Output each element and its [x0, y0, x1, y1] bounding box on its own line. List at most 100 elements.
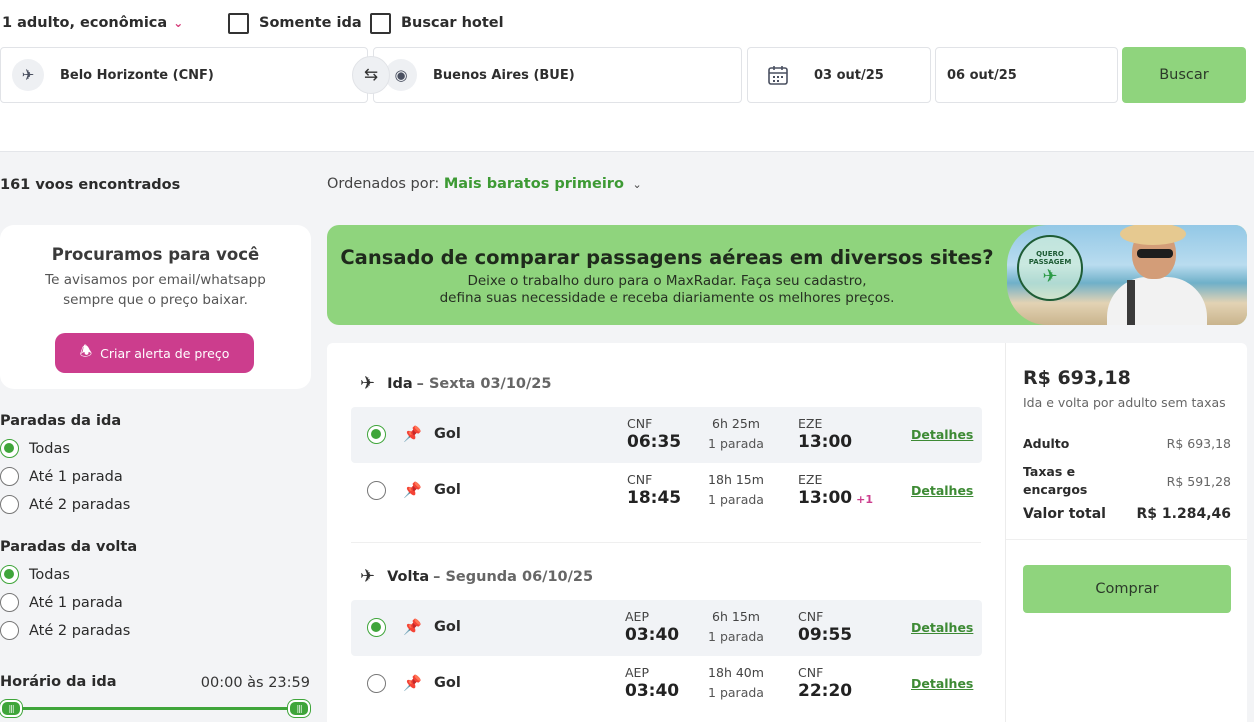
option-label: Até 2 paradas: [29, 622, 131, 639]
return-header: ✈ Volta – Segunda 06/10/25: [360, 566, 593, 587]
flight-radio[interactable]: [367, 618, 386, 637]
hotel-label: Buscar hotel: [401, 15, 504, 31]
pin-icon[interactable]: 📌: [403, 481, 422, 499]
destination-code: CNF: [798, 665, 824, 680]
flight-option[interactable]: 📌 Gol AEP 03:40 6h 15m 1 parada CNF 09:55 D…: [351, 600, 982, 656]
departure-time: 18:45: [627, 488, 682, 508]
card-divider: [1005, 343, 1006, 722]
return-stops-option-1[interactable]: Até 1 parada: [0, 593, 123, 612]
radio-selected[interactable]: [0, 439, 19, 458]
adult-value: R$ 693,18: [1166, 436, 1231, 451]
one-way-label: Somente ida: [259, 15, 362, 31]
outbound-stops-option-2[interactable]: Até 2 paradas: [0, 495, 130, 514]
bell-icon: 🕭: [79, 344, 93, 360]
stops: 1 parada: [708, 685, 764, 700]
leg-divider: [351, 542, 981, 543]
adult-label: Adulto: [1023, 436, 1070, 451]
origin-field[interactable]: ✈ Belo Horizonte (CNF): [0, 47, 368, 103]
return-stops-option-all[interactable]: Todas: [0, 565, 70, 584]
outbound-stops-option-1[interactable]: Até 1 parada: [0, 467, 123, 486]
plane-icon: ✈: [12, 59, 44, 91]
destination-value: Buenos Aires (BUE): [433, 67, 575, 83]
airline-name: Gol: [434, 619, 461, 635]
quero-passagem-logo: QUERO PASSAGEM ✈: [1017, 235, 1083, 301]
flight-option[interactable]: 📌 Gol CNF 18:45 18h 15m 1 parada EZE 13:00 +…: [351, 463, 982, 519]
return-stops-title: Paradas da volta: [0, 539, 138, 555]
alert-line-1: Te avisamos por email/whatsapp: [45, 272, 266, 288]
alert-title: Procuramos para você: [51, 245, 260, 264]
departure-time: 03:40: [625, 681, 680, 701]
price-alert-card: Procuramos para você Te avisamos por ema…: [0, 225, 311, 389]
radio-selected[interactable]: [0, 565, 19, 584]
promo-banner[interactable]: Cansado de comparar passagens aéreas em …: [327, 225, 1247, 325]
create-price-alert-button[interactable]: 🕭 Criar alerta de preço: [55, 333, 254, 373]
hotel-checkbox[interactable]: [370, 12, 391, 34]
outbound-stops-title: Paradas da ida: [0, 413, 122, 429]
return-stops-option-2[interactable]: Até 2 paradas: [0, 621, 130, 640]
return-date: – Segunda 06/10/25: [433, 568, 594, 585]
pin-icon[interactable]: 📌: [403, 618, 422, 636]
sort-label: Ordenados por:: [327, 176, 440, 192]
duration: 18h 15m: [708, 472, 764, 487]
time-slider-min-handle[interactable]: |||: [0, 700, 22, 717]
details-link[interactable]: Detalhes: [911, 620, 973, 635]
price-row-total: Valor total R$ 1.284,46: [1023, 506, 1231, 522]
details-link[interactable]: Detalhes: [911, 676, 973, 691]
time-slider-track[interactable]: [0, 707, 311, 710]
price-row-adult: Adulto R$ 693,18: [1023, 436, 1231, 451]
stops: 1 parada: [708, 629, 764, 644]
return-date-field[interactable]: 06 out/25: [935, 47, 1118, 103]
radio[interactable]: [0, 593, 19, 612]
duration: 18h 40m: [708, 665, 764, 680]
option-label: Até 1 parada: [29, 468, 123, 485]
calendar-icon: [762, 59, 794, 91]
details-link[interactable]: Detalhes: [911, 483, 973, 498]
flight-radio[interactable]: [367, 425, 386, 444]
one-way-checkbox[interactable]: [228, 12, 249, 34]
depart-date-field[interactable]: 03 out/25: [747, 47, 931, 103]
passengers-dropdown[interactable]: 1 adulto, econômica ⌄: [2, 12, 183, 34]
arrival-time: 13:00: [798, 488, 853, 508]
flight-radio[interactable]: [367, 481, 386, 500]
outbound-header: ✈ Ida – Sexta 03/10/25: [360, 373, 551, 394]
depart-date-value: 03 out/25: [814, 67, 884, 83]
sort-selector[interactable]: Ordenados por: Mais baratos primeiro ⌄: [327, 176, 642, 192]
departure-time: 06:35: [627, 432, 682, 452]
price-row-taxes: Taxas e encargos R$ 591,28: [1023, 463, 1231, 499]
departure-time: 03:40: [625, 625, 680, 645]
price-divider: [1006, 539, 1247, 540]
buy-button[interactable]: Comprar: [1023, 565, 1231, 613]
backpack-strap: [1127, 280, 1135, 325]
destination-field[interactable]: ◉ Buenos Aires (BUE): [373, 47, 742, 103]
radio[interactable]: [0, 621, 19, 640]
details-link[interactable]: Detalhes: [911, 427, 973, 442]
swap-icon: ⇆: [363, 65, 379, 85]
airline-name: Gol: [434, 426, 461, 442]
flight-result-card: ✈ Ida – Sexta 03/10/25 📌 Gol CNF 06:35 6h…: [327, 343, 1247, 722]
radio[interactable]: [0, 495, 19, 514]
swap-button[interactable]: ⇆: [352, 56, 390, 94]
arrival-time: 22:20: [798, 681, 853, 701]
airline-name: Gol: [434, 482, 461, 498]
outbound-stops-option-all[interactable]: Todas: [0, 439, 70, 458]
flight-option[interactable]: 📌 Gol AEP 03:40 18h 40m 1 parada CNF 22:20 …: [351, 656, 982, 712]
flight-radio[interactable]: [367, 674, 386, 693]
chevron-down-icon: ⌄: [632, 178, 642, 191]
stops: 1 parada: [708, 492, 764, 507]
radio[interactable]: [0, 467, 19, 486]
airline-name: Gol: [434, 675, 461, 691]
taxes-value: R$ 591,28: [1166, 473, 1231, 489]
search-panel: 1 adulto, econômica ⌄ Somente ida Buscar…: [0, 0, 1254, 152]
pin-icon[interactable]: 📌: [403, 674, 422, 692]
banner-title: Cansado de comparar passagens aéreas em …: [340, 246, 994, 269]
pin-icon[interactable]: 📌: [403, 425, 422, 443]
origin-code: CNF: [627, 472, 653, 487]
hotel-option[interactable]: Buscar hotel: [370, 12, 504, 34]
time-slider-max-handle[interactable]: |||: [288, 700, 310, 717]
price-value: R$ 693,18: [1023, 367, 1131, 389]
taxes-label-1: Taxas e: [1023, 464, 1076, 479]
one-way-option[interactable]: Somente ida: [228, 12, 362, 34]
search-button[interactable]: Buscar: [1122, 47, 1246, 103]
flight-option[interactable]: 📌 Gol CNF 06:35 6h 25m 1 parada EZE 13:00 D…: [351, 407, 982, 463]
destination-code: CNF: [798, 609, 824, 624]
